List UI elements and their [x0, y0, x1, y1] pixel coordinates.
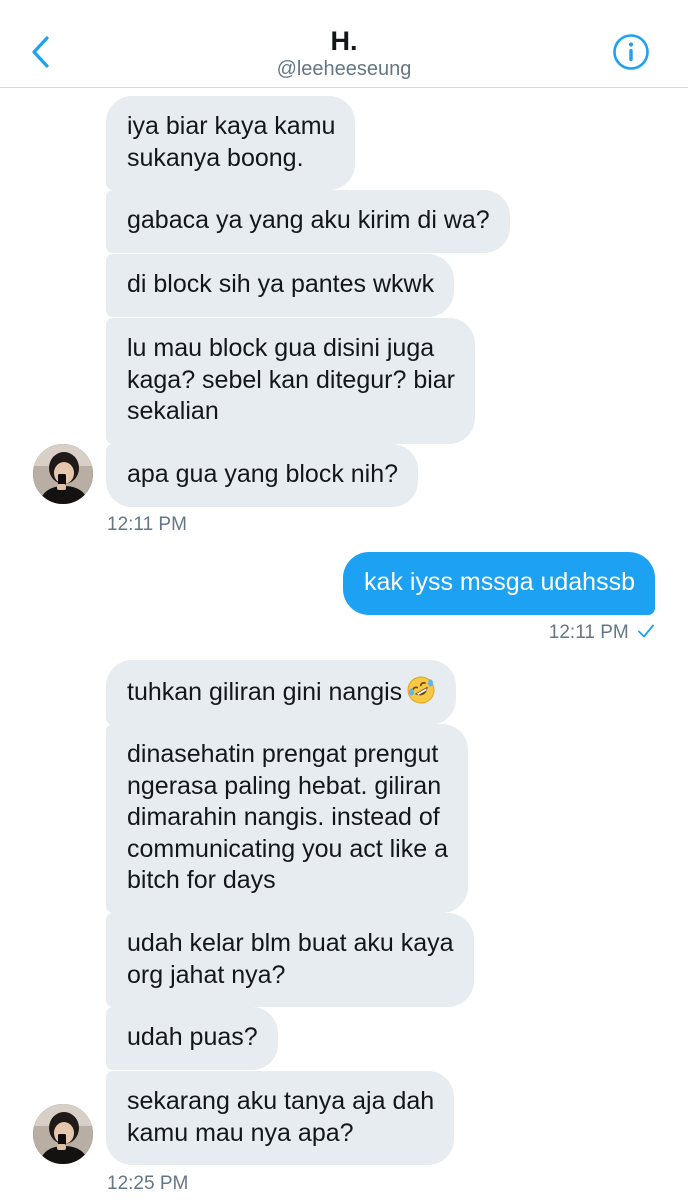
incoming-message[interactable]: sekarang aku tanya aja dah kamu mau nya …	[106, 1071, 455, 1165]
message-timestamp: 12:11 PM	[107, 514, 187, 535]
incoming-message[interactable]: gabaca ya yang aku kirim di wa?	[106, 190, 510, 253]
message-line: kak iyss mssga udahssb	[364, 568, 635, 596]
conversation-title: H.	[330, 26, 358, 56]
message-line: sekalian	[127, 397, 219, 425]
incoming-message[interactable]: iya biar kaya kamu sukanya boong.	[106, 96, 356, 190]
message-line: communicating you act like a	[127, 834, 448, 863]
timestamp-text: 12:11 PM	[548, 622, 629, 643]
message-line: di block sih ya pantes wkwk	[127, 270, 435, 298]
incoming-message[interactable]: dinasehatin prengat prengut ngerasa pali…	[106, 724, 468, 913]
avatar-photo	[33, 1104, 93, 1164]
incoming-message[interactable]: apa gua yang block nih?	[106, 444, 419, 507]
incoming-message[interactable]: udah kelar blm buat aku kaya org jahat n…	[106, 913, 474, 1007]
message-line: org jahat nya?	[127, 960, 286, 989]
message-line: kaga? sebel kan ditegur? biar	[127, 365, 456, 394]
message-line: udah kelar blm buat aku kaya	[127, 929, 454, 957]
message-line: ngerasa paling hebat. giliran	[127, 771, 442, 800]
incoming-message[interactable]: tuhkan giliran gini nangis	[106, 660, 457, 725]
message-text: tuhkan giliran gini nangis	[127, 678, 403, 706]
checkmark-icon	[638, 624, 654, 638]
message-line: apa gua yang block nih?	[127, 460, 399, 488]
sender-avatar[interactable]	[33, 444, 93, 504]
message-line: tuhkan giliran gini nangis	[127, 675, 436, 709]
conversation-handle: @leeheeseung	[276, 58, 412, 80]
message-timestamp: 12:11 PM	[549, 622, 655, 644]
incoming-message[interactable]: lu mau block gua disini juga kaga? sebel…	[106, 318, 476, 444]
outgoing-message[interactable]: kak iyss mssga udahssb	[343, 552, 655, 615]
message-timestamp: 12:25 PM	[107, 1173, 189, 1194]
message-line: lu mau block gua disini juga	[127, 334, 435, 362]
message-line: udah puas?	[127, 1023, 258, 1051]
message-line: gabaca ya yang aku kirim di wa?	[127, 206, 490, 234]
message-line: iya biar kaya kamu	[127, 112, 336, 140]
incoming-message[interactable]: di block sih ya pantes wkwk	[106, 254, 455, 317]
message-line: dimarahin nangis. instead of	[127, 803, 440, 831]
sender-avatar[interactable]	[33, 1104, 93, 1164]
conversation-header: H. @leeheeseung	[0, 0, 688, 88]
message-line: kamu mau nya apa?	[127, 1118, 354, 1147]
rolling-on-floor-laughing-emoji	[407, 676, 435, 704]
message-line: sukanya boong.	[127, 143, 304, 172]
message-line: bitch for days	[127, 866, 276, 894]
incoming-message[interactable]: udah puas?	[106, 1007, 278, 1070]
info-icon[interactable]	[612, 33, 650, 71]
message-line: dinasehatin prengat prengut	[127, 740, 439, 768]
message-line: sekarang aku tanya aja dah	[127, 1087, 435, 1115]
avatar-photo	[33, 444, 93, 504]
